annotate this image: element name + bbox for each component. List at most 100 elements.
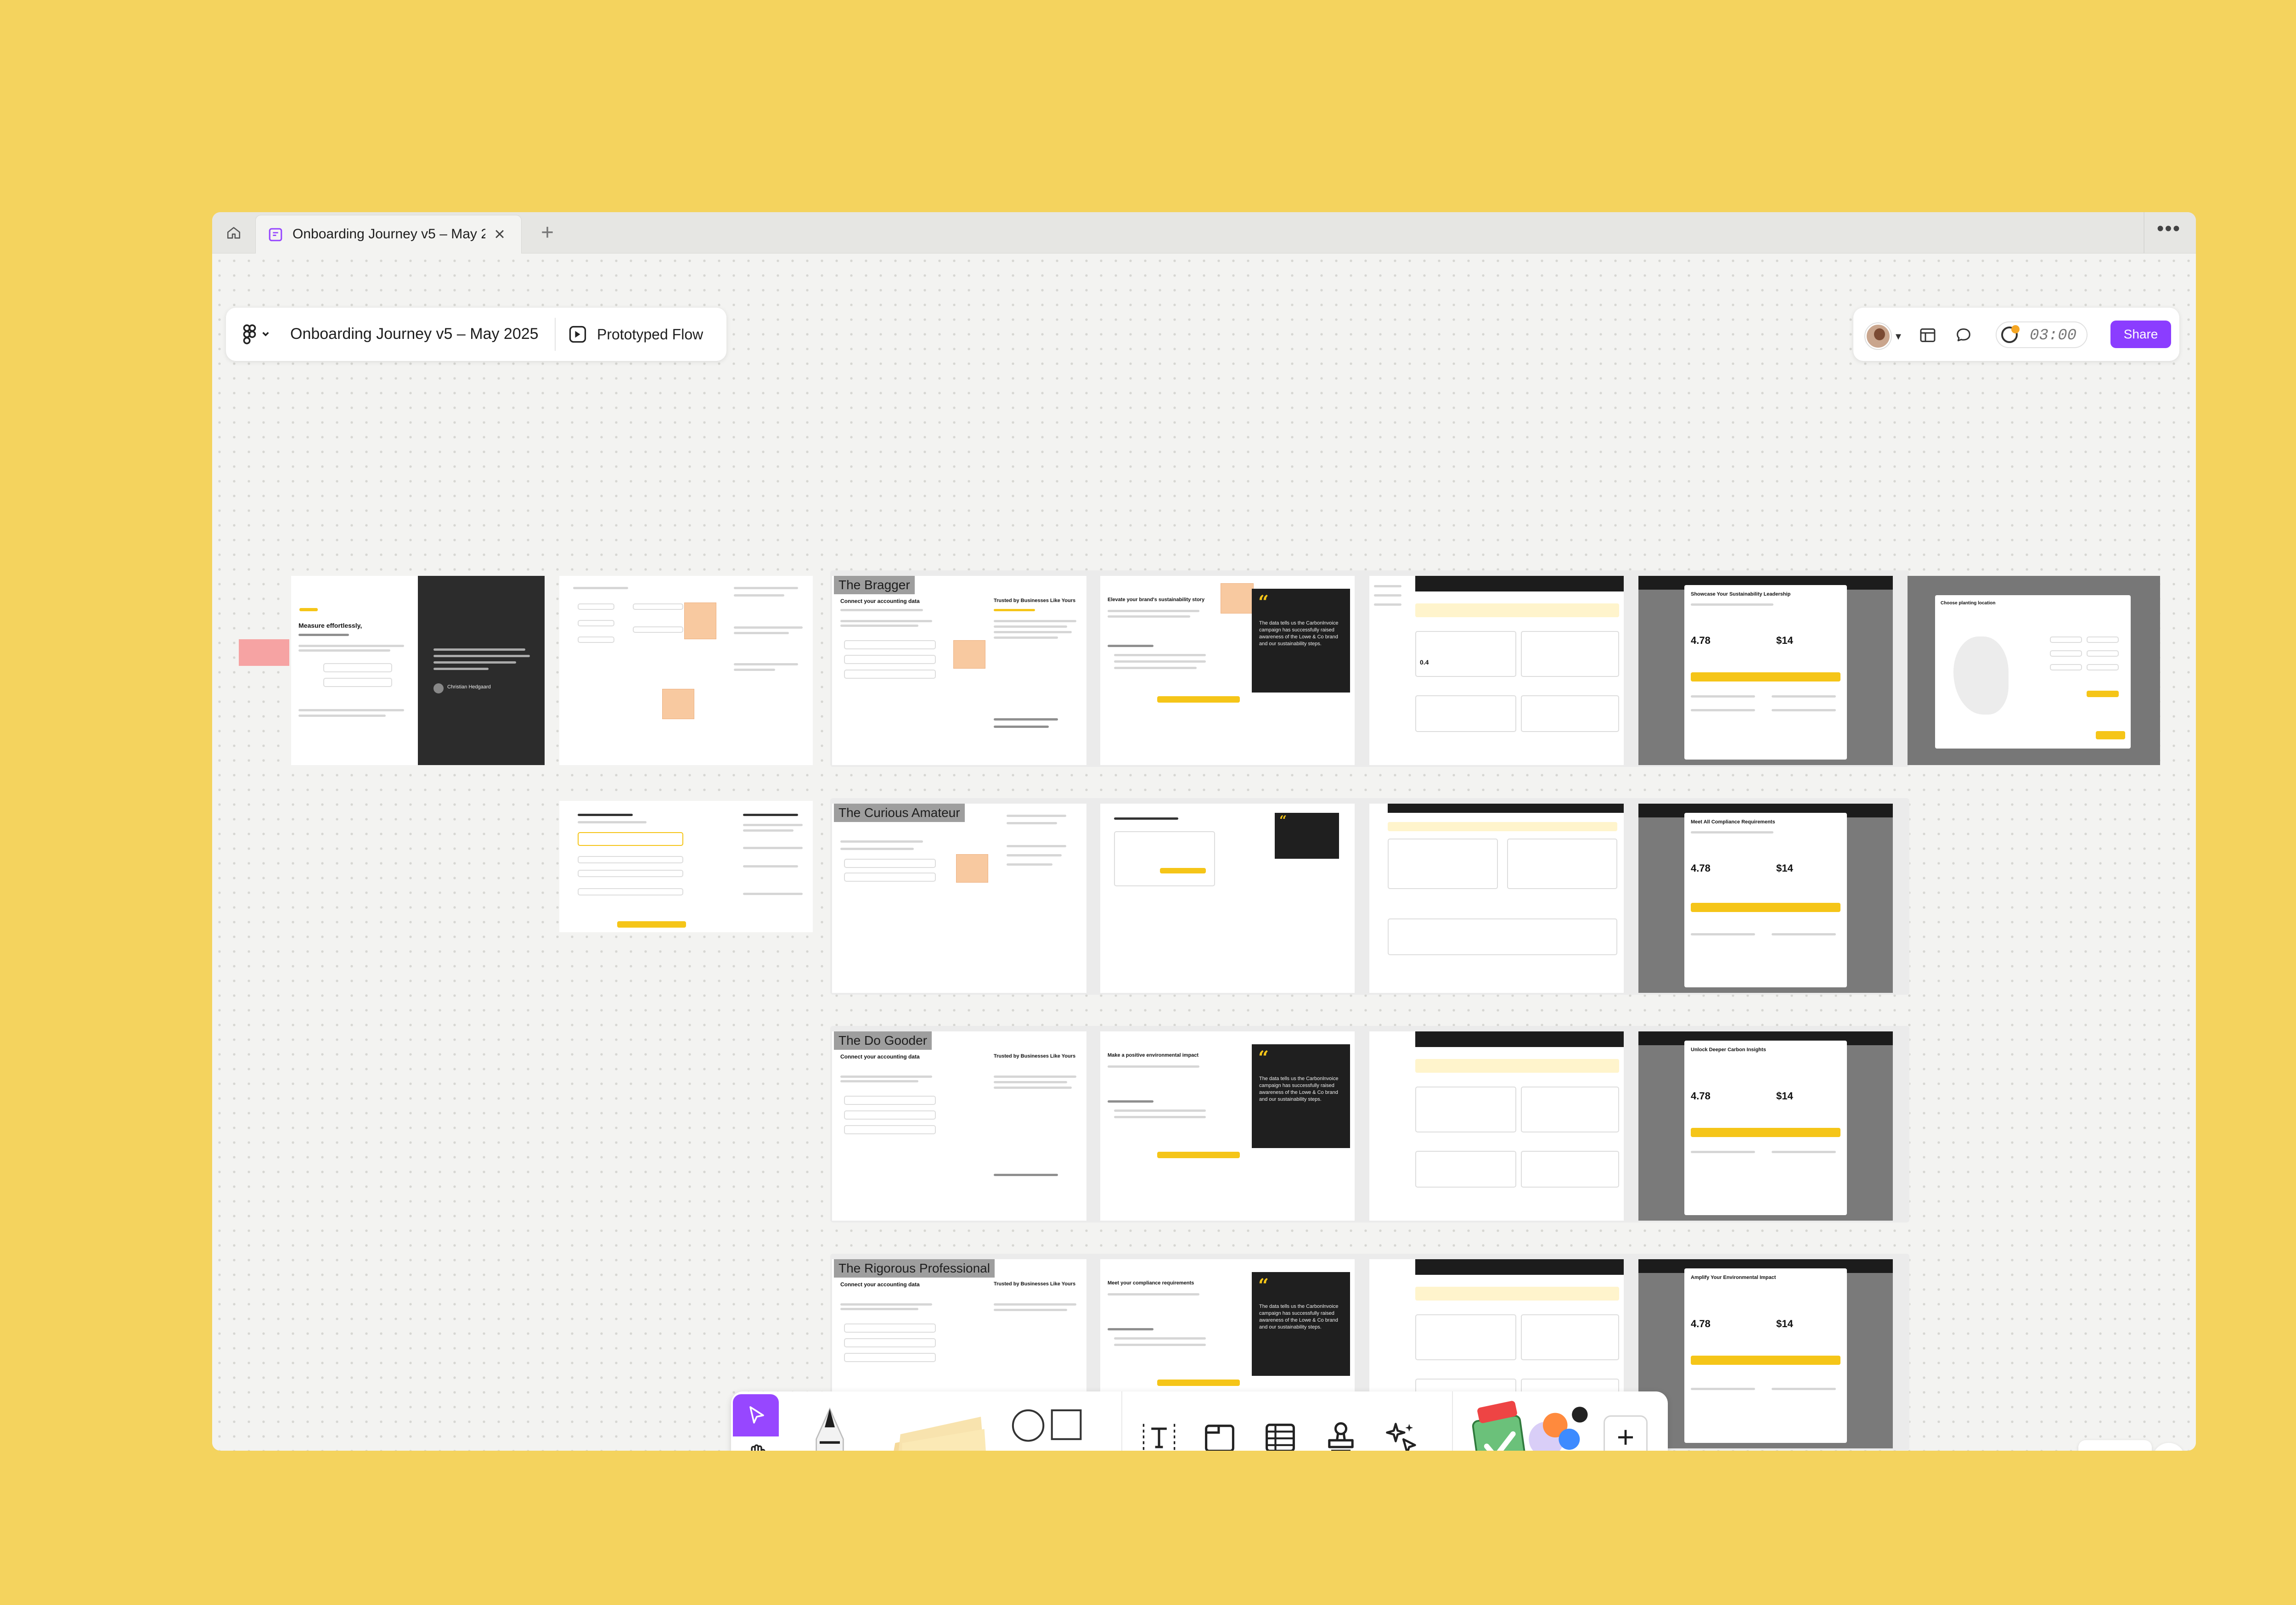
file-title[interactable]: Onboarding Journey v5 – May 2025 — [290, 325, 539, 343]
divider — [1121, 1391, 1122, 1451]
upgrade-frame-pro[interactable]: Amplify Your Environmental Impact 4.78 $… — [1638, 1259, 1893, 1448]
text-tool[interactable] — [1140, 1418, 1178, 1451]
stamp-tool[interactable] — [1322, 1418, 1360, 1451]
price-b: $14 — [1776, 1318, 1793, 1329]
location-title: Choose planting location — [1941, 601, 1996, 606]
compliance-title: Meet All Compliance Requirements — [1691, 819, 1775, 825]
file-icon — [269, 228, 282, 242]
connect-frame-curious[interactable] — [832, 804, 1086, 993]
persona-label-curious: The Curious Amateur — [834, 804, 965, 822]
connect-title: Connect your accounting data — [840, 1281, 920, 1288]
prototyped-flow-label[interactable]: Prototyped Flow — [597, 326, 703, 343]
story-title: Make a positive environmental impact — [1108, 1053, 1199, 1058]
home-button[interactable] — [219, 219, 249, 247]
amplify-title: Amplify Your Environmental Impact — [1691, 1275, 1776, 1280]
flow-diagram-frame[interactable] — [559, 576, 813, 765]
upgrade-frame-curious[interactable]: Meet All Compliance Requirements 4.78 $1… — [1638, 804, 1893, 993]
story-frame-curious[interactable]: “ — [1100, 804, 1355, 993]
sticky-note[interactable] — [239, 639, 289, 666]
trusted-title: Trusted by Businesses Like Yours — [994, 1053, 1076, 1059]
zoom-out-button[interactable]: − — [2078, 1446, 2115, 1451]
quote-text: The data tells us the Carbonlnvoice camp… — [1259, 1076, 1339, 1102]
story-title: Meet your compliance requirements — [1108, 1280, 1194, 1286]
dashboard-frame-dogooder[interactable] — [1369, 1031, 1624, 1221]
quote-author: Christian Hedgaard — [447, 684, 491, 690]
measure-heading: Measure effortlessly, — [298, 622, 362, 629]
more-menu-icon[interactable]: ••• — [2153, 219, 2185, 247]
section-icon — [1205, 1425, 1234, 1451]
story-frame-dogooder[interactable]: Make a positive environmental impact “ T… — [1100, 1031, 1355, 1221]
connect-title: Connect your accounting data — [840, 598, 920, 604]
stamp-icon — [1328, 1422, 1354, 1451]
unlock-title: Unlock Deeper Carbon Insights — [1691, 1047, 1766, 1053]
persona-label-pro: The Rigorous Professional — [834, 1259, 995, 1278]
zoom-controls: − + — [2078, 1440, 2152, 1451]
app-window: Onboarding Journey v5 – May 20 × + ••• O… — [212, 212, 2196, 1451]
layout-icon[interactable] — [1918, 326, 1938, 344]
hand-icon[interactable] — [745, 1443, 769, 1451]
new-tab-button[interactable]: + — [534, 220, 561, 247]
zoom-in-button[interactable]: + — [2115, 1446, 2152, 1451]
price-b: $14 — [1776, 1090, 1793, 1102]
price-b: $14 — [1776, 635, 1793, 646]
home-icon — [227, 227, 241, 239]
price-a: 4.78 — [1691, 635, 1711, 646]
price-a: 4.78 — [1691, 862, 1711, 874]
cursor-icon — [749, 1406, 764, 1424]
comment-icon[interactable] — [1953, 326, 1974, 344]
price-a: 4.78 — [1691, 1090, 1711, 1102]
timer-value: 03:00 — [2030, 327, 2077, 344]
ai-tool[interactable] — [1382, 1418, 1421, 1451]
more-tools-button[interactable]: + — [1604, 1415, 1648, 1451]
intro-frame[interactable]: Measure effortlessly, Christian Hedgaard — [291, 576, 545, 765]
sticky-note-tool[interactable] — [883, 1408, 988, 1451]
divider — [1452, 1391, 1453, 1451]
table-tool[interactable] — [1261, 1418, 1300, 1451]
section-tool[interactable] — [1200, 1418, 1239, 1451]
price-b: $14 — [1776, 862, 1793, 874]
persona-label-dogooder: The Do Gooder — [834, 1031, 932, 1050]
upgrade-frame-bragger[interactable]: Showcase Your Sustainability Leadership … — [1638, 576, 1893, 765]
upgrade-frame-dogooder[interactable]: Unlock Deeper Carbon Insights 4.78 $14 — [1638, 1031, 1893, 1221]
avatar[interactable] — [1865, 323, 1891, 349]
file-header: Onboarding Journey v5 – May 2025 Prototy… — [226, 308, 726, 361]
creation-toolbar: + — [731, 1391, 1668, 1451]
figma-menu-icon[interactable] — [241, 323, 273, 345]
trusted-title: Trusted by Businesses Like Yours — [994, 598, 1076, 603]
table-icon — [1266, 1424, 1295, 1451]
tab-title: Onboarding Journey v5 – May 20 — [293, 226, 485, 242]
timer[interactable]: 03:00 — [1996, 321, 2088, 348]
sparkle-cursor-icon — [1386, 1423, 1416, 1451]
tab-bar: Onboarding Journey v5 – May 20 × + ••• — [212, 212, 2196, 253]
timer-badge — [2011, 325, 2020, 333]
dashboard-frame-bragger[interactable]: 0.4 — [1369, 576, 1624, 765]
business-info-frame[interactable] — [559, 801, 813, 932]
showcase-title: Showcase Your Sustainability Leadership — [1691, 591, 1791, 597]
story-frame-bragger[interactable]: Elevate your brand's sustainability stor… — [1100, 576, 1355, 765]
connect-frame-dogooder[interactable]: Connect your accounting data Trusted by … — [832, 1031, 1086, 1221]
text-icon — [1142, 1424, 1176, 1451]
location-frame[interactable]: Choose planting location — [1908, 576, 2160, 765]
price-a: 4.78 — [1691, 1318, 1711, 1329]
share-button[interactable]: Share — [2110, 321, 2171, 348]
collab-bar: ▾ 03:00 Share — [1853, 308, 2179, 361]
quote-text: The data tells us the Carbonlnvoice camp… — [1259, 1304, 1339, 1330]
divider — [555, 318, 556, 351]
connect-title: Connect your accounting data — [840, 1053, 920, 1060]
move-tool[interactable] — [733, 1394, 779, 1436]
story-title: Elevate your brand's sustainability stor… — [1108, 597, 1205, 603]
quote-text: The data tells us the Carbonlnvoice camp… — [1259, 620, 1339, 647]
tab-onboarding[interactable]: Onboarding Journey v5 – May 20 × — [255, 215, 522, 253]
connect-frame-bragger[interactable]: Connect your accounting data Trusted by … — [832, 576, 1086, 765]
stickers-widgets-button[interactable] — [1470, 1399, 1594, 1451]
persona-label-bragger: The Bragger — [834, 576, 915, 594]
close-tab-icon[interactable]: × — [490, 225, 509, 244]
shapes-tool[interactable] — [1007, 1405, 1094, 1451]
flow-icon — [569, 326, 586, 343]
canvas[interactable]: Onboarding Journey v5 – May 2025 Prototy… — [212, 253, 2196, 1451]
dashboard-frame-curious[interactable] — [1369, 804, 1624, 993]
pen-tool[interactable] — [805, 1405, 855, 1451]
chevron-down-icon[interactable]: ▾ — [1896, 330, 1901, 343]
help-button[interactable]: ? — [2153, 1443, 2185, 1451]
trusted-title: Trusted by Businesses Like Yours — [994, 1281, 1076, 1287]
